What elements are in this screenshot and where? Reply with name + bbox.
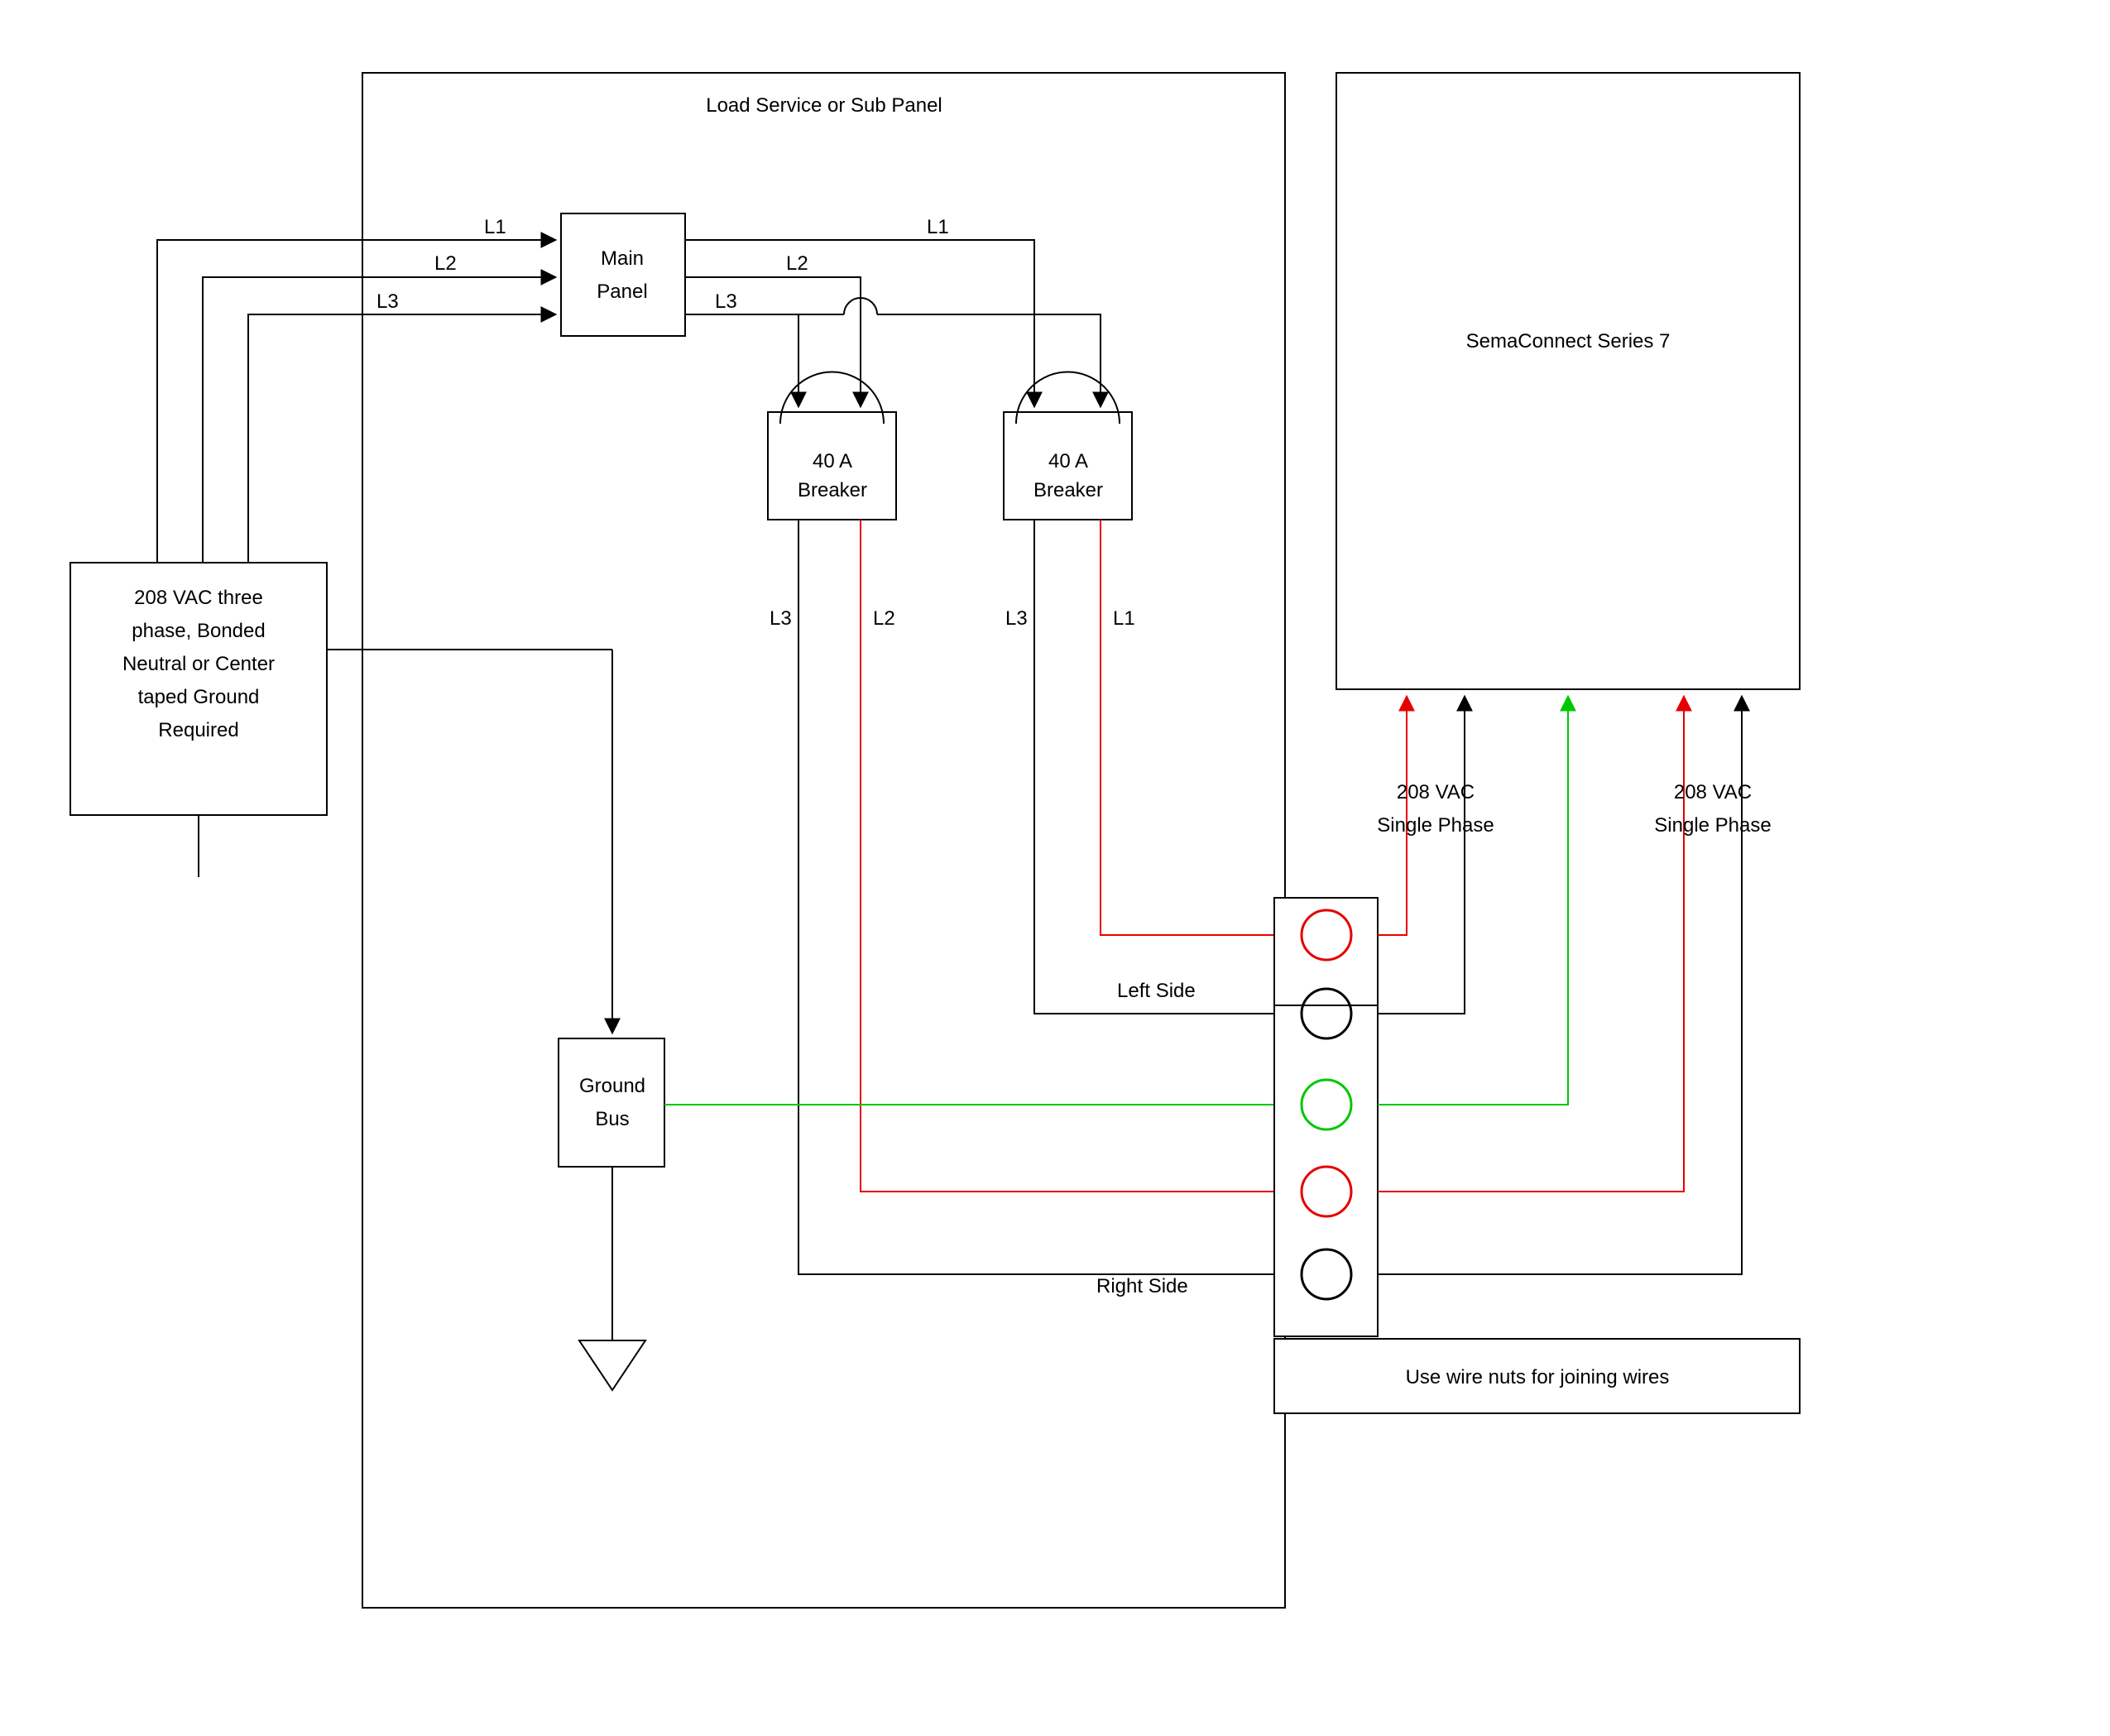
ground-bus-l2: Bus xyxy=(595,1108,629,1130)
right-side-box xyxy=(1274,1005,1378,1336)
phase2-l2: Single Phase xyxy=(1654,814,1771,837)
source-l3: Neutral or Center xyxy=(122,653,275,675)
breaker-1-l2: Breaker xyxy=(798,479,867,501)
label-L1-in: L1 xyxy=(484,216,506,238)
label-b1-L2: L2 xyxy=(873,607,895,630)
left-side-label: Left Side xyxy=(1117,980,1196,1002)
source-l5: Required xyxy=(158,719,238,741)
label-L2-in: L2 xyxy=(434,252,457,275)
label-L3-out: L3 xyxy=(715,290,737,313)
main-panel-l1: Main xyxy=(601,247,644,270)
label-L3-in: L3 xyxy=(376,290,399,313)
semaconnect-label: SemaConnect Series 7 xyxy=(1466,330,1671,352)
label-b1-L3: L3 xyxy=(770,607,792,630)
source-l4: taped Ground xyxy=(138,686,260,708)
phase1-l2: Single Phase xyxy=(1377,814,1494,837)
phase2-l1: 208 VAC xyxy=(1674,781,1752,803)
breaker-2-l2: Breaker xyxy=(1033,479,1103,501)
wire-nuts-label: Use wire nuts for joining wires xyxy=(1406,1366,1670,1388)
wire-up-red-2 xyxy=(1378,698,1684,1192)
load-service-panel xyxy=(362,73,1285,1608)
main-panel-l2: Panel xyxy=(597,281,647,303)
breaker-1-l1: 40 A xyxy=(813,450,852,472)
ground-bus-l1: Ground xyxy=(579,1075,645,1097)
label-b2-L3: L3 xyxy=(1005,607,1028,630)
ground-bus xyxy=(559,1038,664,1167)
wire-up-black-1 xyxy=(1378,698,1465,1014)
source-l1: 208 VAC three xyxy=(134,587,263,609)
label-b2-L1: L1 xyxy=(1113,607,1135,630)
source-l2: phase, Bonded xyxy=(132,620,265,642)
main-panel xyxy=(561,213,685,336)
panel-title: Load Service or Sub Panel xyxy=(706,94,942,117)
wiring-diagram: Load Service or Sub Panel 208 VAC three … xyxy=(0,0,2110,1736)
label-L2-out: L2 xyxy=(786,252,808,275)
label-L1-out: L1 xyxy=(927,216,949,238)
right-side-label: Right Side xyxy=(1096,1275,1188,1297)
phase1-l1: 208 VAC xyxy=(1397,781,1475,803)
semaconnect-box xyxy=(1336,73,1800,689)
breaker-2-l1: 40 A xyxy=(1048,450,1088,472)
